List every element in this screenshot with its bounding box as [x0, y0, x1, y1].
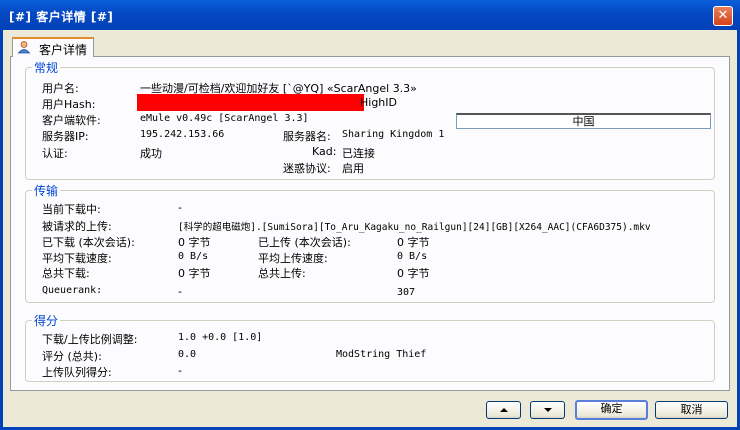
user-hash-redacted	[137, 94, 364, 111]
requested-upload-label: 被请求的上传:	[42, 220, 112, 233]
cancel-button[interactable]: 取消	[655, 401, 728, 419]
avg-upload-value: 0 B/s	[397, 251, 428, 262]
transfer-group-title: 传输	[32, 182, 61, 199]
rating-label: 评分 (总共):	[42, 350, 102, 363]
total-upload-label: 总共上传:	[258, 267, 306, 280]
title-bar: [#] 客户详情 [#] ✕	[0, 0, 740, 30]
avg-download-value: 0 B/s	[178, 251, 209, 262]
avg-download-label: 平均下载速度:	[42, 252, 112, 265]
queuerank-label: Queuerank:	[42, 285, 103, 296]
queuerank-number: 307	[397, 287, 416, 298]
country-field: 中国	[456, 113, 711, 129]
queuerank-value: -	[178, 285, 182, 298]
ratio-value: 1.0 +0.0 [1.0]	[178, 332, 263, 343]
current-download-value: -	[178, 201, 182, 214]
username-label: 用户名:	[42, 82, 79, 95]
session-upload-label: 已上传 (本次会话):	[258, 236, 351, 249]
user-hash-label: 用户Hash:	[42, 98, 96, 111]
queue-score-value: -	[178, 364, 182, 377]
modstring-value: ModString Thief	[336, 349, 427, 360]
id-status: HighID	[360, 96, 397, 109]
arrow-down-icon	[543, 408, 552, 412]
general-group-title: 常规	[32, 59, 61, 76]
server-name-label: 服务器名:	[283, 130, 331, 143]
ratio-label: 下载/上传比例调整:	[42, 333, 138, 346]
total-download-label: 总共下载:	[42, 267, 90, 280]
tab-client-details[interactable]: 客户详情	[12, 37, 94, 57]
server-ip-value: 195.242.153.66	[140, 129, 225, 140]
close-button[interactable]: ✕	[713, 6, 733, 26]
window-title: [#] 客户详情 [#]	[9, 10, 114, 24]
kad-label: Kad:	[312, 145, 337, 158]
current-download-label: 当前下载中:	[42, 203, 101, 216]
server-ip-label: 服务器IP:	[42, 130, 89, 143]
tab-label: 客户详情	[39, 43, 88, 57]
previous-button[interactable]	[486, 401, 521, 419]
session-download-value: 0 字节	[178, 236, 211, 249]
client-software-value: eMule v0.49c [ScarAngel 3.3]	[140, 113, 309, 124]
user-icon	[17, 41, 31, 54]
auth-label: 认证:	[42, 147, 68, 160]
rating-value: 0.0	[178, 349, 197, 360]
kad-value: 已连接	[342, 147, 375, 160]
avg-upload-label: 平均上传速度:	[258, 252, 328, 265]
ok-button[interactable]: 确定	[575, 400, 648, 420]
server-name-value: Sharing Kingdom 1	[342, 129, 445, 140]
session-download-label: 已下载 (本次会话):	[42, 236, 135, 249]
session-upload-value: 0 字节	[397, 236, 430, 249]
auth-value: 成功	[140, 147, 162, 160]
arrow-up-icon	[499, 408, 508, 412]
total-upload-value: 0 字节	[397, 267, 430, 280]
total-download-value: 0 字节	[178, 267, 211, 280]
queue-score-label: 上传队列得分:	[42, 366, 112, 379]
score-group-title: 得分	[32, 312, 61, 329]
client-software-label: 客户端软件:	[42, 114, 101, 127]
next-button[interactable]	[530, 401, 565, 419]
requested-upload-value: [科学的超电磁炮].[SumiSora][To_Aru_Kagaku_no_Ra…	[178, 222, 651, 233]
obfuscation-value: 启用	[342, 162, 364, 175]
obfuscation-label: 迷惑协议:	[283, 162, 331, 175]
